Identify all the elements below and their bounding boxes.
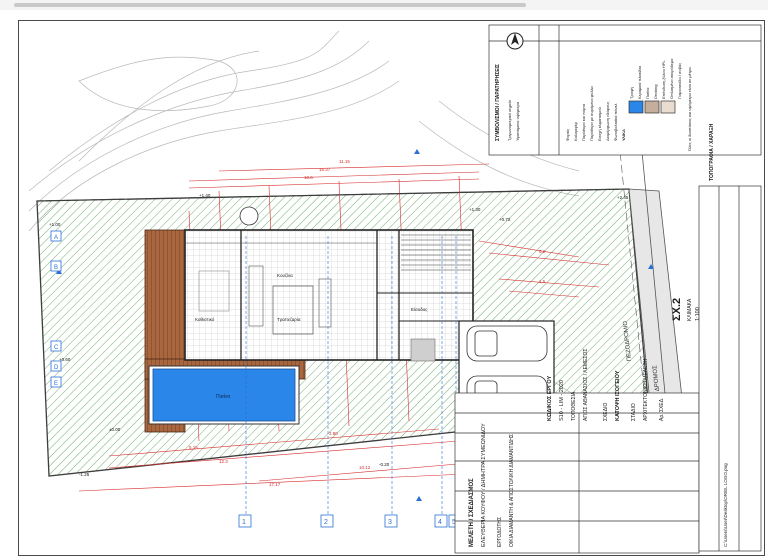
dim-text-3: 11.15 [339,159,350,164]
dim-text-5: 2.80 [329,431,338,436]
grid-left-2: B [54,265,58,271]
legend-item-10: ΥΛΙΚΑ [621,129,626,141]
pool-label: Πισίνα [216,394,230,400]
title-code: S10 - LIM - 2020 [559,380,565,421]
legend-item-1: Τριγωνομετρικό σημείο [507,100,512,141]
title-location: ΑΓΙΟΣ ΑΘΑΝΑΣΙΟΣ / ΛΕΜΕΣΟΣ [583,348,589,421]
level-9: -1.25 [79,472,90,477]
title-code-label: ΚΩΔΙΚΟΣ ΕΡΓΟΥ [547,375,553,421]
dining-label: Τραπεζαρία [277,317,301,322]
level-12: +1.40 [199,193,211,198]
title-topo-label: ΤΟΠΟΓΡΑΦΙΑ / ΧΑΡΑΞΗ [709,123,715,181]
title-sheet-label: Αρ. ΣΧΕΔ. [659,397,665,421]
legend-item-3: Φορείς [565,128,570,141]
legend-item-15: Επένδυση ξύλου ΗPL [661,60,666,99]
grid-bottom-3: 3 [388,519,392,526]
title-scale: 1:100 [695,307,701,321]
swimming-pool: Πισίνα [148,365,300,425]
grid-bottom-1: 1 [242,519,246,526]
title-file-path: C:\Users\User\Desktop\ORIEL LOGO.png [723,463,728,547]
grid-bottom-4: 4 [438,519,442,526]
grid-left-4: D [54,365,59,371]
title-company: ΜΕΛΕΤΗ / ΣΧΕΔΙΑΣΜΟΣ [469,478,475,547]
legend-item-12: Κεραμικά πλακίδια [637,66,642,99]
legend-title: ΣΥΜΒΟΛΙΣΜΟΙ / ΠΑΡΑΤΗΡΗΣΕΙΣ [495,64,501,141]
kitchen-label: Κουζίνα [277,273,293,278]
title-project: ΟΙΚΙΑ ΔΙΑΜΑΝΤΗ & ΑΠΟΣΤΟΛΙΚΗ ΔΙΑΜΑΝΤΙΔΗΣ [509,434,515,547]
title-owner: ΕΛΕΥΘΕΡΙΑ ΚΟΥΦΟΥ / ΔΗΜΗΤΡΑ ΣΥΜΕΩΝΙΔΟΥ [481,423,487,547]
dim-text-2: 16.37 [319,167,331,172]
title-project-label: ΕΡΓΟΔΟΤΗΣ [497,516,503,547]
dim-text-6: 12.3 [219,459,228,464]
living-label: Καθιστικό [195,316,215,322]
grid-bottom-2: 2 [324,519,328,526]
north-arrow-icon [506,32,524,50]
title-scale-label: ΚΛΙΜΑΚΑ [687,298,693,321]
dim-text-10: 1.5 [539,279,546,284]
legend-item-4: Καλοριφέρ [573,122,578,141]
dim-text-7: 10.12 [359,465,371,470]
horizontal-scrollbar[interactable] [0,0,768,10]
legend-item-7: Εσοχή κλιματισμού [597,107,602,141]
level-11: +2.45 [617,195,629,200]
grid-left-1: A [54,235,58,241]
legend-item-9: Φωτοβολταϊκά πάνελ [613,103,618,141]
legend-item-13: Πισίνα [645,87,650,99]
entrance-label: Είσοδος [411,307,428,312]
grid-bubbles-bottom: 1 2 3 4 5 6 [238,514,476,528]
legend-item-16: Οπλισμένο σκυρόδεμα [669,58,674,99]
grid-left-3: C [54,345,59,351]
dim-text-4: 5.15 [189,445,198,450]
level-4: +1.30 [469,207,481,212]
legend-item-11: Τροφή [629,87,634,99]
house-walls: Κουζίνα Τραπεζαρία Καθιστικό Είσοδος [184,206,474,362]
legend-note: Όλες οι διαστάσεις και υψόμετρα είναι σε… [687,66,692,151]
title-stage-label: ΣΤΑΔΙΟ [631,403,637,421]
sheet-number-box [698,185,762,552]
dim-text-9: 17.17 [269,482,281,487]
legend-item-6: Παράθυρο με συρόμενα φύλλα [589,86,594,141]
legend-item-2: Υφιστάμενα υψόμετρα [515,101,520,141]
title-stage: ΑΡΧΙΤΕΚΤΟΝΙΚΗ ΜΕΛΕΤΗ [643,358,649,421]
legend-item-8: Διαμόρφωση εδάφους [605,101,610,141]
title-drawing-label: ΣΧΕΔΙΟ [603,402,609,421]
dim-text-1: 10.6 [304,175,313,180]
legend-item-14: Decking [653,84,658,99]
drawing-sheet: 10.6 16.37 11.15 5.15 2.80 12.3 10.12 6.… [18,20,765,556]
legend-item-5: Παράθυρο και πόρτα [581,103,586,141]
title-sheet: ΣΧ.2 [671,297,683,321]
grid-left-5: E [54,381,58,387]
level-1: +1.00 [49,222,61,227]
level-3: ±0.00 [109,427,121,432]
legend-item-17: Γυψοσανίδα / σοβάς [677,62,682,99]
title-drawing: ΚΑΤΟΨΗ ΙΣΟΓΕΙΟΥ [615,370,621,421]
dim-text-8: 6.2 [539,249,546,254]
title-location-label: ΤΟΠΟΘΕΣΙΑ [571,391,577,421]
scrollbar-thumb[interactable] [14,3,526,7]
level-5: +0.72 [499,217,511,222]
level-6: -0.20 [379,462,390,467]
floor-plan-drawing: 10.6 16.37 11.15 5.15 2.80 12.3 10.12 6.… [28,24,762,554]
